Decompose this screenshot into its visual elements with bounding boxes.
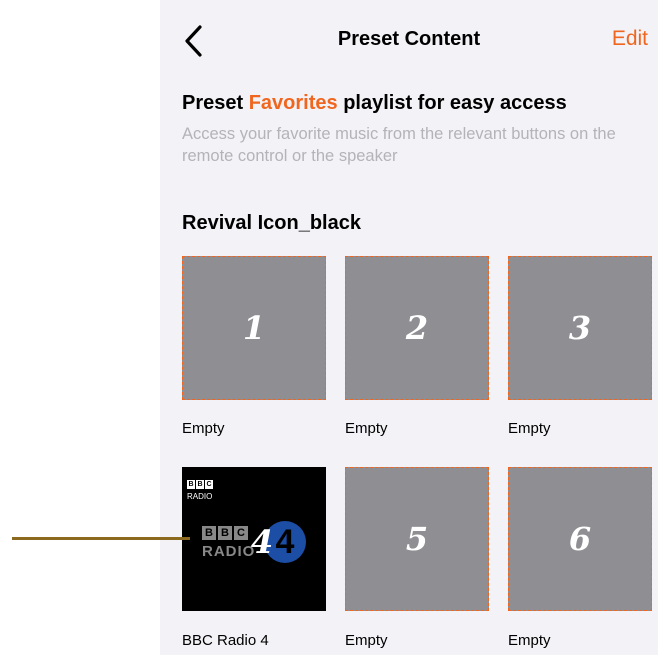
preset-tile-2[interactable]: 2 [345,256,489,400]
preset-label: Empty [508,632,551,649]
preset-number: 4 [250,523,274,561]
preset-label: Empty [345,420,388,437]
heading-text-start: Preset [182,92,249,114]
preset-number: 1 [242,309,266,347]
preset-number: 6 [568,520,592,558]
preset-number: 5 [405,520,429,558]
edit-button[interactable]: Edit [612,27,648,51]
nav-bar: Preset Content Edit [160,0,658,80]
preset-label: Empty [182,420,225,437]
preset-tile-3[interactable]: 3 [508,256,652,400]
preset-tile-4[interactable]: BBC RADIO BBC RADIO 4 4 [182,467,326,611]
preset-number: 3 [568,309,592,347]
section-description: Access your favorite music from the rele… [182,125,616,165]
page-title: Preset Content [337,28,481,50]
heading-accent: Favorites [248,92,338,114]
preset-tile-1[interactable]: 1 [182,256,326,400]
preset-label: BBC Radio 4 [182,632,269,649]
preset-tile-6[interactable]: 6 [508,467,652,611]
annotation-pointer-line [12,537,190,540]
preset-label: Empty [345,632,388,649]
section-heading: Preset Favorites playlist for easy acces… [182,92,567,115]
bbc-radio-logo-small: BBC RADIO [187,480,213,501]
preset-content-screen: Preset Content Edit Preset Favorites pla… [160,0,658,655]
preset-label: Empty [508,420,551,437]
device-name: Revival Icon_black [182,212,361,234]
preset-tile-5[interactable]: 5 [345,467,489,611]
heading-text-end: playlist for easy access [337,92,567,114]
preset-number: 2 [405,309,429,347]
